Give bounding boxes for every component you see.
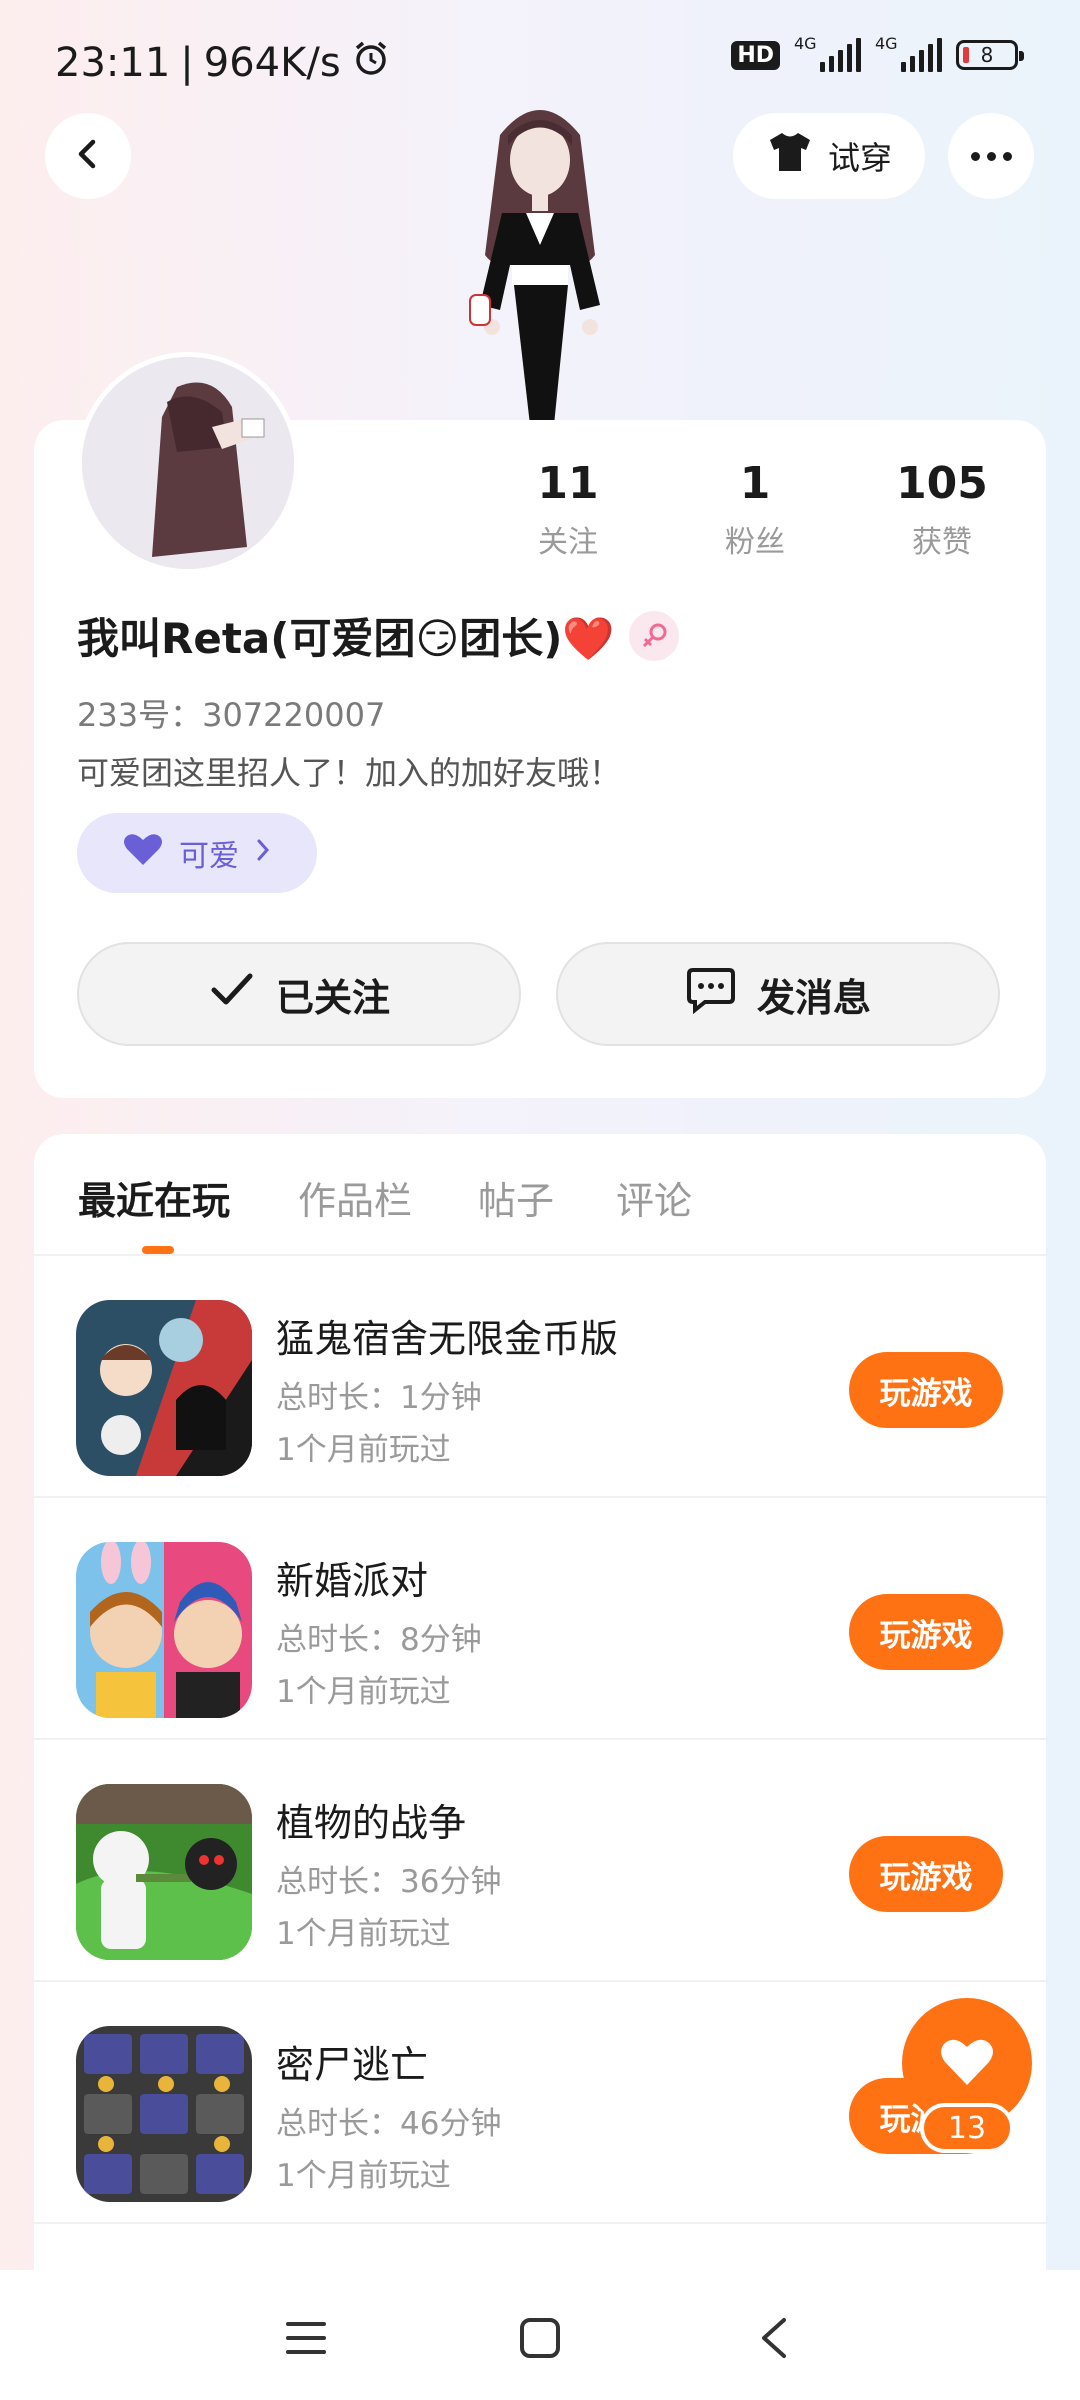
status-right: HD 4G 4G 8 (731, 34, 1024, 72)
system-nav-bar (0, 2270, 1080, 2400)
game-icon[interactable] (76, 1300, 252, 1476)
game-list-item[interactable]: 植物的战争 总时长：36分钟 1个月前玩过 玩游戏 (34, 1738, 1046, 1982)
tab-posts[interactable]: 帖子 (478, 1170, 554, 1225)
game-list-item[interactable]: 猛鬼宿舍无限金币版 总时长：1分钟 1个月前玩过 玩游戏 (34, 1254, 1046, 1498)
network-speed: 964K/s (203, 40, 341, 86)
message-button-label: 发消息 (756, 975, 871, 1020)
following-label: 关注 (538, 525, 598, 560)
signal-icon: 4G (794, 34, 861, 72)
avatar-character-figure[interactable] (430, 95, 650, 425)
try-on-button[interactable]: 试穿 (733, 113, 925, 199)
tab-comments[interactable]: 评论 (616, 1170, 692, 1225)
game-duration: 总时长：46分钟 (276, 2106, 502, 2142)
play-game-button[interactable]: 玩游戏 (849, 1594, 1003, 1670)
username: 我叫Reta(可爱团😏团长)❤️ (77, 614, 615, 663)
tab-recent-play[interactable]: 最近在玩 (78, 1170, 230, 1225)
game-last-played: 1个月前玩过 (276, 1432, 451, 1468)
user-id: 233号：307220007 (77, 696, 386, 734)
game-last-played: 1个月前玩过 (276, 1916, 451, 1952)
heart-icon (937, 2035, 997, 2091)
username-row: 我叫Reta(可爱团😏团长)❤️ (77, 605, 679, 666)
chevron-left-icon (71, 137, 105, 175)
alarm-icon (351, 38, 391, 88)
signal-icon: 4G (875, 34, 942, 72)
like-count-badge: 13 (920, 2103, 1014, 2153)
user-bio: 可爱团这里招人了！加入的加好友哦！ (77, 754, 622, 792)
game-icon[interactable] (76, 1784, 252, 1960)
game-list-item[interactable]: 新婚派对 总时长：8分钟 1个月前玩过 玩游戏 (34, 1496, 1046, 1740)
game-title: 密尸逃亡 (276, 2043, 429, 2087)
play-game-button[interactable]: 玩游戏 (849, 1352, 1003, 1428)
back-triangle-icon[interactable] (744, 2308, 804, 2368)
heart-icon (121, 831, 165, 875)
tab-bar: 最近在玩 作品栏 帖子 评论 (34, 1134, 1046, 1256)
avatar[interactable] (77, 352, 299, 574)
home-square-icon[interactable] (510, 2308, 570, 2368)
game-icon[interactable] (76, 1542, 252, 1718)
game-icon[interactable] (76, 2026, 252, 2202)
play-game-button[interactable]: 玩游戏 (849, 1836, 1003, 1912)
game-duration: 总时长：1分钟 (276, 1380, 482, 1416)
menu-icon[interactable] (276, 2308, 336, 2368)
more-dots-icon (970, 151, 980, 161)
followers-count: 1 (739, 458, 771, 509)
game-last-played: 1个月前玩过 (276, 1674, 451, 1710)
tab-indicator (142, 1246, 174, 1254)
hd-icon: HD (731, 40, 780, 70)
stat-followers[interactable]: 1 粉丝 (675, 458, 835, 561)
game-title: 猛鬼宿舍无限金币版 (276, 1317, 619, 1361)
stat-following[interactable]: 11 关注 (488, 458, 648, 561)
status-left: 23:11 | 964K/s (55, 38, 391, 88)
game-duration: 总时长：36分钟 (276, 1864, 502, 1900)
following-count: 11 (537, 458, 599, 509)
stat-likes[interactable]: 105 获赞 (862, 458, 1022, 561)
try-on-label: 试穿 (827, 139, 892, 177)
likes-count: 105 (896, 458, 988, 509)
game-last-played: 1个月前玩过 (276, 2158, 451, 2194)
tshirt-icon (766, 130, 814, 182)
female-icon (628, 610, 679, 661)
chevron-right-icon (253, 836, 273, 871)
game-title: 新婚派对 (276, 1559, 429, 1603)
game-duration: 总时长：8分钟 (276, 1622, 482, 1658)
game-title: 植物的战争 (276, 1801, 467, 1845)
check-icon (208, 970, 256, 1019)
tab-works[interactable]: 作品栏 (298, 1170, 412, 1225)
tag-chip[interactable]: 可爱 (77, 813, 317, 893)
content-card: 最近在玩 作品栏 帖子 评论 猛鬼宿舍无限金币版 总时长：1分钟 1个月前玩过 … (34, 1134, 1046, 2274)
follow-button[interactable]: 已关注 (77, 942, 521, 1046)
likes-label: 获赞 (912, 525, 972, 560)
follow-button-label: 已关注 (275, 975, 390, 1020)
status-time: 23:11 (55, 40, 171, 86)
message-button[interactable]: 发消息 (556, 942, 1000, 1046)
followers-label: 粉丝 (725, 525, 785, 560)
more-button[interactable] (948, 113, 1034, 199)
back-button[interactable] (45, 113, 131, 199)
chat-bubble-icon (685, 966, 737, 1023)
tag-label: 可爱 (179, 839, 239, 874)
game-list-item[interactable]: 密尸逃亡 总时长：46分钟 1个月前玩过 玩游戏 (34, 1980, 1046, 2224)
battery-icon: 8 (956, 40, 1024, 70)
